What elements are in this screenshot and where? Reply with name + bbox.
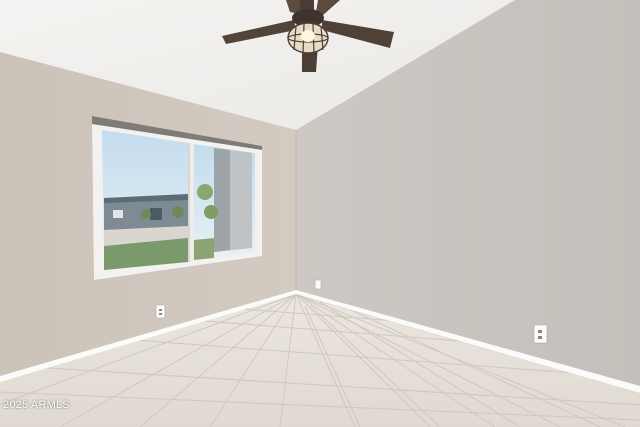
wall-outlet <box>533 324 548 344</box>
wall-outlet <box>155 304 166 319</box>
watermark: 2025 ARMLS <box>3 399 70 411</box>
wall-outlet <box>314 279 322 290</box>
room-photo <box>0 0 640 427</box>
